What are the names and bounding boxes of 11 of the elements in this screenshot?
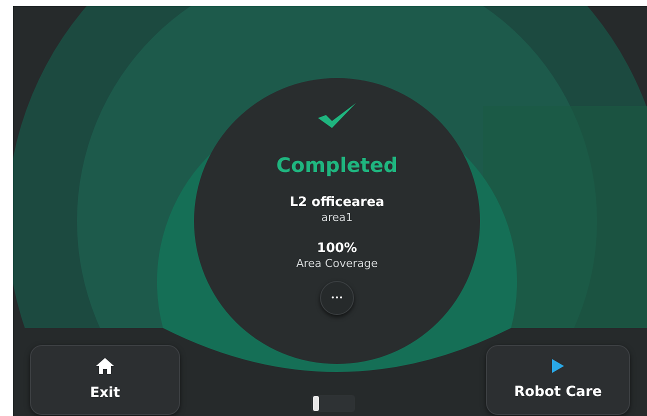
area-name: area1 [321, 211, 353, 225]
map-name: L2 officearea [290, 195, 384, 212]
coverage-label: Area Coverage [296, 257, 378, 271]
home-icon [95, 356, 115, 374]
coverage-value: 100% [316, 241, 358, 258]
page-indicator-icon [311, 395, 355, 412]
status-title: Completed [276, 155, 398, 175]
robot-care-button[interactable]: Robot Care [486, 345, 630, 415]
checkmark-icon [316, 101, 358, 129]
play-icon [551, 358, 565, 374]
exit-button[interactable]: Exit [30, 345, 180, 415]
